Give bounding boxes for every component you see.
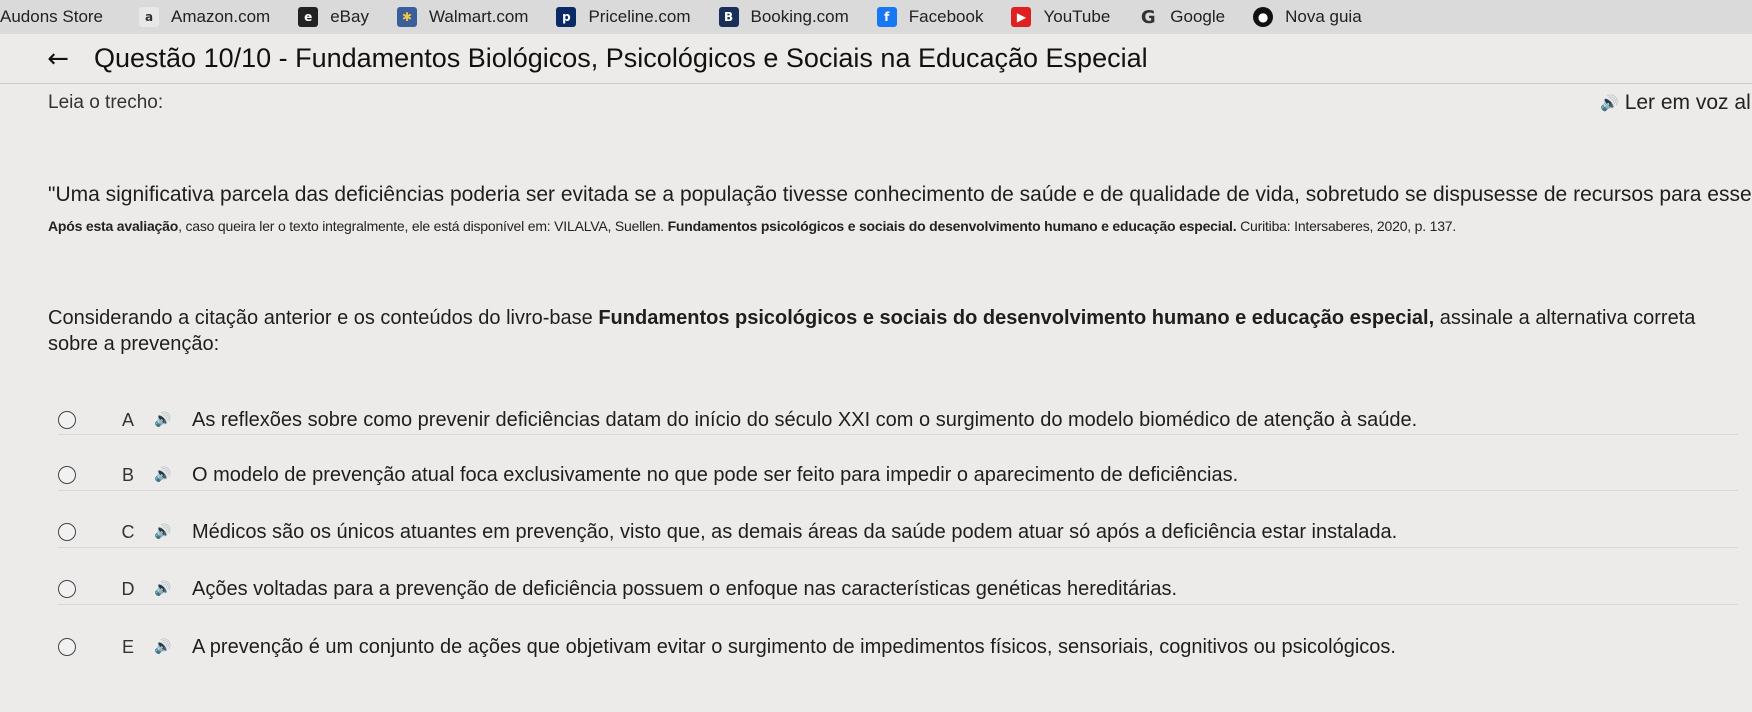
speaker-icon[interactable]: 🔊	[154, 467, 174, 483]
question-header: ← Questão 10/10 - Fundamentos Biológicos…	[0, 34, 1752, 84]
option-letter: D	[121, 578, 135, 599]
bookmark-label: Walmart.com	[428, 7, 529, 26]
new-tab-icon: ●	[1253, 7, 1274, 27]
bookmark-ebay[interactable]: e eBay	[298, 7, 369, 27]
option-b[interactable]: B 🔊 O modelo de prevenção atual foca exc…	[58, 455, 1738, 495]
bookmark-label: Audons Store	[0, 7, 104, 26]
youtube-icon: ▶	[1011, 7, 1032, 27]
bookmark-label: Nova guia	[1285, 7, 1362, 26]
facebook-icon: f	[876, 7, 897, 27]
citation-plain: Curitiba: Intersaberes, 2020, p. 137.	[1236, 218, 1457, 234]
bookmark-audons-store[interactable]: Audons Store	[0, 7, 103, 27]
question-book-title: Fundamentos psicológicos e sociais do de…	[598, 307, 1435, 329]
ebay-icon: e	[298, 7, 319, 27]
option-e[interactable]: E 🔊 A prevenção é um conjunto de ações q…	[58, 627, 1738, 667]
google-icon: G	[1140, 6, 1156, 28]
option-letter: C	[121, 521, 135, 542]
divider	[58, 490, 1738, 491]
divider	[58, 547, 1738, 548]
option-text: Ações voltadas para a prevenção de defic…	[192, 577, 1178, 600]
speaker-icon[interactable]: 🔊	[154, 639, 174, 655]
arrow-left-icon[interactable]: ←	[38, 44, 78, 74]
page-title: Questão 10/10 - Fundamentos Biológicos, …	[94, 43, 1148, 73]
quote-text: "Uma significativa parcela das deficiênc…	[48, 183, 1752, 206]
radio-button[interactable]	[58, 466, 76, 484]
bookmark-label: Booking.com	[750, 7, 849, 26]
option-c[interactable]: C 🔊 Médicos são os únicos atuantes em pr…	[58, 512, 1738, 552]
radio-button[interactable]	[58, 580, 76, 598]
speaker-icon[interactable]: 🔊	[154, 524, 174, 540]
citation-plain: , caso queira ler o texto integralmente,…	[178, 218, 668, 234]
bookmarks-bar: Audons Store a Amazon.com e eBay ✱ Walma…	[0, 0, 1752, 34]
bookmark-facebook[interactable]: f Facebook	[876, 7, 984, 27]
option-text: A prevenção é um conjunto de ações que o…	[192, 635, 1396, 658]
radio-button[interactable]	[58, 638, 76, 656]
citation-book-title: Fundamentos psicológicos e sociais do de…	[667, 218, 1237, 234]
option-text: Médicos são os únicos atuantes em preven…	[192, 520, 1398, 543]
amazon-icon: a	[139, 7, 160, 27]
divider	[58, 604, 1738, 605]
read-aloud-label: Ler em voz al	[1624, 91, 1751, 114]
bookmark-label: Facebook	[908, 7, 984, 26]
priceline-icon: p	[556, 7, 577, 27]
bookmark-google[interactable]: G Google	[1138, 6, 1226, 28]
bookmark-label: YouTube	[1043, 7, 1111, 26]
option-text: As reflexões sobre como prevenir deficiê…	[192, 408, 1418, 431]
option-text: O modelo de prevenção atual foca exclusi…	[192, 463, 1239, 486]
speaker-icon[interactable]: 🔊	[154, 412, 174, 428]
bookmark-label: Google	[1170, 7, 1226, 26]
read-aloud-button[interactable]: 🔊 Ler em voz al	[1600, 91, 1751, 115]
question-text: Considerando a citação anterior e os con…	[48, 305, 1748, 357]
page: Audons Store a Amazon.com e eBay ✱ Walma…	[0, 0, 1752, 712]
bookmark-label: Amazon.com	[171, 7, 271, 26]
bookmark-priceline[interactable]: p Priceline.com	[556, 7, 691, 27]
bookmark-youtube[interactable]: ▶ YouTube	[1011, 7, 1110, 27]
option-letter: B	[121, 464, 134, 485]
radio-button[interactable]	[58, 411, 76, 429]
question-plain: Considerando a citação anterior e os con…	[48, 307, 599, 329]
citation-bold: Após esta avaliação	[48, 218, 179, 234]
bookmark-amazon[interactable]: a Amazon.com	[139, 7, 270, 27]
radio-button[interactable]	[58, 523, 76, 541]
booking-icon: B	[718, 7, 739, 27]
option-d[interactable]: D 🔊 Ações voltadas para a prevenção de d…	[58, 569, 1738, 609]
citation-text: Após esta avaliação, caso queira ler o t…	[48, 218, 1748, 234]
option-letter: A	[121, 409, 134, 430]
speaker-icon: 🔊	[1600, 95, 1619, 112]
option-letter: E	[121, 636, 134, 657]
speaker-icon[interactable]: 🔊	[154, 581, 174, 597]
bookmark-booking[interactable]: B Booking.com	[718, 7, 849, 27]
bookmark-label: eBay	[330, 7, 369, 26]
walmart-icon: ✱	[396, 7, 417, 27]
divider	[58, 434, 1738, 435]
read-excerpt-label: Leia o trecho:	[48, 92, 164, 113]
bookmark-nova-guia[interactable]: ● Nova guia	[1253, 7, 1362, 27]
bookmark-walmart[interactable]: ✱ Walmart.com	[396, 7, 529, 27]
bookmark-label: Priceline.com	[588, 7, 691, 26]
